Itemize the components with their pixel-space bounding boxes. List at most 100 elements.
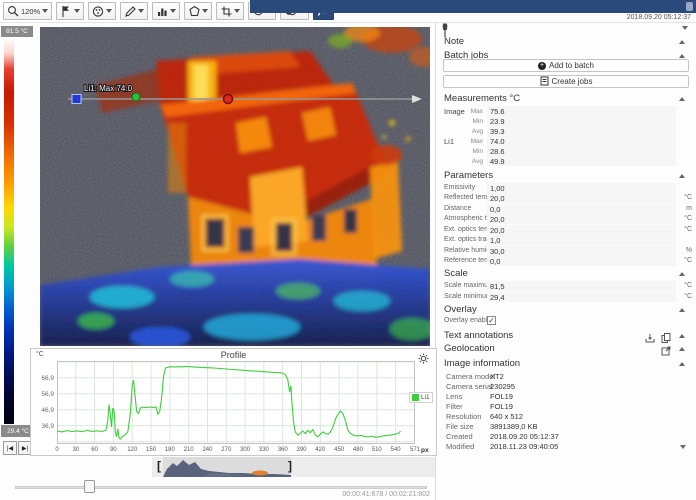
timeline-slider-track[interactable]	[15, 486, 427, 489]
marker-tool-button[interactable]	[56, 2, 85, 20]
crop-icon	[220, 5, 232, 18]
x-tick-label: 30	[72, 447, 80, 453]
collapse-arrow-icon[interactable]	[679, 54, 685, 58]
info-label: Camera model	[446, 372, 496, 381]
parameter-value-field[interactable]: 0,0	[487, 256, 676, 266]
scale-row: Scale minimum 29,4 °C	[440, 292, 694, 302]
range-bracket-right[interactable]: ]	[288, 459, 292, 473]
collapse-arrow-icon[interactable]	[679, 40, 685, 44]
zoom-value: 120%	[21, 6, 41, 16]
polygon-tool-button[interactable]	[184, 2, 213, 20]
section-title: Geolocation	[444, 343, 495, 354]
stat-label: Max	[470, 138, 483, 145]
info-row: Camera model XT2	[440, 371, 694, 381]
button-label: Add to batch	[549, 61, 594, 70]
crop-tool-button[interactable]	[216, 2, 245, 20]
parameter-value-field[interactable]: 1,00	[487, 183, 676, 193]
chart-settings-gear-icon[interactable]	[418, 351, 429, 369]
chevron-down-icon	[106, 9, 113, 13]
scale-max-label: 81.5 °C	[1, 26, 33, 37]
scale-value-field[interactable]: 81,5	[487, 281, 676, 291]
collapse-arrow-icon[interactable]	[679, 362, 685, 366]
x-tick-label: 180	[164, 447, 175, 453]
parameter-value-field[interactable]: 30,0	[487, 246, 676, 256]
spot-marker[interactable]	[222, 93, 234, 105]
temperature-scale-gradient[interactable]	[4, 38, 14, 424]
measurement-row: Min 28.6	[440, 146, 694, 156]
info-value: XT2	[490, 372, 504, 381]
measurement-row: Image Max 75.6	[440, 106, 694, 116]
prev-frame-button[interactable]: |◀	[3, 441, 17, 455]
parameter-value-field[interactable]: 1,0	[487, 235, 676, 245]
collapse-arrow-icon[interactable]	[679, 334, 685, 338]
section-scale[interactable]: Scale	[437, 267, 693, 280]
timeline-selection-bar[interactable]	[250, 0, 696, 13]
profile-plot-area[interactable]	[57, 361, 415, 444]
x-tick-label: 60	[91, 447, 98, 453]
chevron-down-icon	[74, 9, 81, 13]
info-value: 2018.11.23 09:40:05	[490, 442, 559, 451]
parameter-unit: %	[685, 247, 692, 254]
parameter-label: Emissivity	[444, 184, 476, 191]
x-tick-label: 390	[296, 447, 307, 453]
section-title: Scale	[444, 268, 468, 279]
section-title: Measurements °C	[444, 93, 521, 104]
palette-tool-button[interactable]	[88, 2, 117, 20]
timeline-slider-handle[interactable]	[84, 480, 95, 493]
info-label: Camera serial	[446, 382, 493, 391]
timeline-notch[interactable]	[686, 2, 693, 11]
scale-row: Scale maximum 81,5 °C	[440, 281, 694, 291]
info-label: Lens	[446, 392, 463, 401]
section-note[interactable]: Note	[437, 35, 693, 48]
parameter-value-field[interactable]: 0,0	[487, 204, 676, 214]
stat-label: Min	[472, 118, 483, 125]
parameter-value-field[interactable]: 20,0	[487, 193, 676, 203]
playback-time-label: 00:00:41:678 / 00:02:21:802	[342, 491, 430, 498]
scale-unit: °C	[684, 293, 692, 300]
info-row: File size 3891389,0 KB	[440, 421, 694, 431]
li1-min-marker[interactable]	[71, 94, 82, 104]
collapse-arrow-icon[interactable]	[679, 347, 685, 351]
section-overlay[interactable]: Overlay	[437, 303, 693, 316]
collapse-arrow-icon[interactable]	[679, 97, 685, 101]
histogram-tool-button[interactable]	[152, 2, 181, 20]
collapse-arrow-icon[interactable]	[679, 308, 685, 312]
thermal-image-canvas[interactable]: Li1: Max 74.0	[40, 24, 441, 347]
parameter-label: Distance	[444, 205, 472, 212]
video-filmstrip[interactable]: [ ]	[152, 457, 435, 477]
section-parameters[interactable]: Parameters	[437, 169, 693, 182]
collapse-arrow-icon[interactable]	[679, 272, 685, 276]
collapse-arrow-icon[interactable]	[679, 174, 685, 178]
parameter-value-field[interactable]: 20,0	[487, 214, 676, 224]
stat-value: 28.6	[487, 146, 676, 156]
pen-tool-button[interactable]	[120, 2, 149, 20]
section-title: Image information	[444, 358, 521, 369]
button-label: Create jobs	[551, 77, 593, 86]
y-tick-label: 36,9	[41, 422, 54, 430]
section-image-information[interactable]: Image information	[437, 357, 693, 370]
info-row: Modified 2018.11.23 09:40:05	[440, 441, 694, 451]
parameter-unit: °C	[684, 226, 692, 233]
zoom-button[interactable]: 120%	[3, 2, 53, 20]
panel-scroll-down-button[interactable]	[680, 445, 686, 449]
stat-label: Avg	[471, 128, 483, 135]
info-value: 3891389,0 KB	[490, 422, 538, 431]
x-tick-label: 540	[390, 447, 401, 453]
stat-value: 49.9	[487, 156, 676, 166]
add-to-batch-button[interactable]: + Add to batch	[443, 59, 689, 72]
y-tick-label: 66,9	[41, 374, 54, 382]
scale-value-field[interactable]: 29,4	[487, 292, 676, 302]
section-text-annotations[interactable]: Text annotations	[437, 329, 693, 343]
section-measurements[interactable]: Measurements °C	[437, 92, 693, 105]
chevron-down-icon	[42, 9, 49, 13]
palette-icon	[92, 5, 104, 18]
create-jobs-button[interactable]: Create jobs	[443, 75, 689, 88]
y-tick-label: 56,9	[41, 390, 54, 398]
panel-collapse-button[interactable]	[682, 26, 688, 30]
parameter-value-field[interactable]: 20,0	[487, 225, 676, 235]
range-bracket-left[interactable]: [	[157, 459, 161, 473]
overlay-enabled-checkbox[interactable]: ✓	[487, 316, 496, 325]
section-geolocation[interactable]: Geolocation	[437, 342, 693, 356]
info-value: 230295	[490, 382, 516, 391]
li1-max-marker[interactable]	[131, 92, 141, 102]
